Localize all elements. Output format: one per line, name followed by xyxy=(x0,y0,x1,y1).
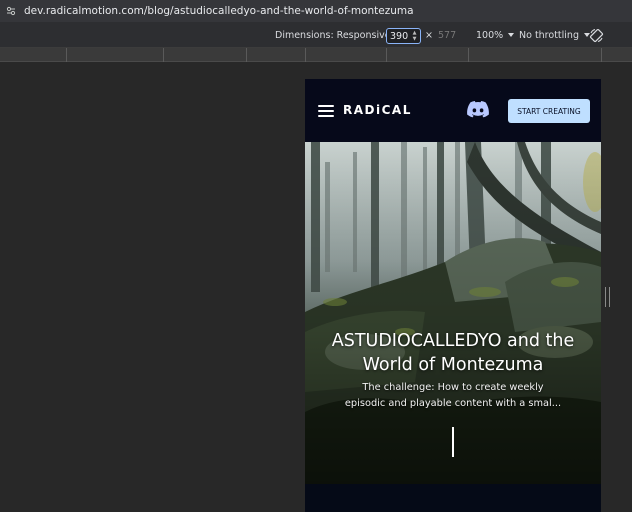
height-input[interactable]: 577 xyxy=(438,22,456,48)
throttling-dropdown[interactable]: No throttling xyxy=(519,22,590,48)
hero-title: ASTUDIOCALLEDYO and the World of Montezu… xyxy=(313,329,593,377)
hero-subtitle: The challenge: How to create weekly epis… xyxy=(333,380,573,412)
device-toolbar: Dimensions: Responsive 390 ▲ ▼ × 577 100%… xyxy=(0,22,632,48)
site-info-icon[interactable] xyxy=(6,6,16,16)
dimensions-label: Dimensions: Responsive xyxy=(275,29,391,41)
width-value: 390 xyxy=(390,30,409,42)
hero-subtitle-line-1: The challenge: How to create weekly xyxy=(362,382,544,393)
hero-title-line-1: ASTUDIOCALLEDYO and the xyxy=(331,331,575,351)
page-footer-area xyxy=(305,484,601,512)
width-input[interactable]: 390 ▲ ▼ xyxy=(386,28,421,44)
site-header: RADiCAL START CREATING xyxy=(305,79,601,142)
dimension-separator: × xyxy=(425,29,433,41)
chevron-down-icon xyxy=(508,33,515,37)
hero-subtitle-line-2: episodic and playable content with a sma… xyxy=(344,398,562,409)
device-viewport: RADiCAL START CREATING ASTUDIOCALLEDYO a… xyxy=(305,79,601,512)
dimensions-dropdown[interactable]: Dimensions: Responsive xyxy=(275,22,402,48)
viewport-resize-handle[interactable] xyxy=(605,287,610,307)
hamburger-menu-icon[interactable] xyxy=(318,105,334,117)
rotate-icon[interactable] xyxy=(589,28,604,43)
start-creating-button[interactable]: START CREATING xyxy=(508,99,590,123)
hero-section: ASTUDIOCALLEDYO and the World of Montezu… xyxy=(305,142,601,484)
site-logo[interactable]: RADiCAL xyxy=(343,103,412,117)
discord-icon[interactable] xyxy=(467,101,489,118)
zoom-value: 100% xyxy=(476,29,504,41)
media-query-ruler[interactable] xyxy=(0,48,632,62)
url-text[interactable]: dev.radicalmotion.com/blog/astudiocalled… xyxy=(24,5,414,17)
throttling-value: No throttling xyxy=(519,29,579,41)
hero-title-line-2: World of Montezuma xyxy=(362,355,544,375)
spinner-icon[interactable]: ▲ ▼ xyxy=(411,30,418,42)
scroll-indicator xyxy=(452,427,454,457)
zoom-dropdown[interactable]: 100% xyxy=(476,22,515,48)
address-bar[interactable]: dev.radicalmotion.com/blog/astudiocalled… xyxy=(0,0,632,22)
